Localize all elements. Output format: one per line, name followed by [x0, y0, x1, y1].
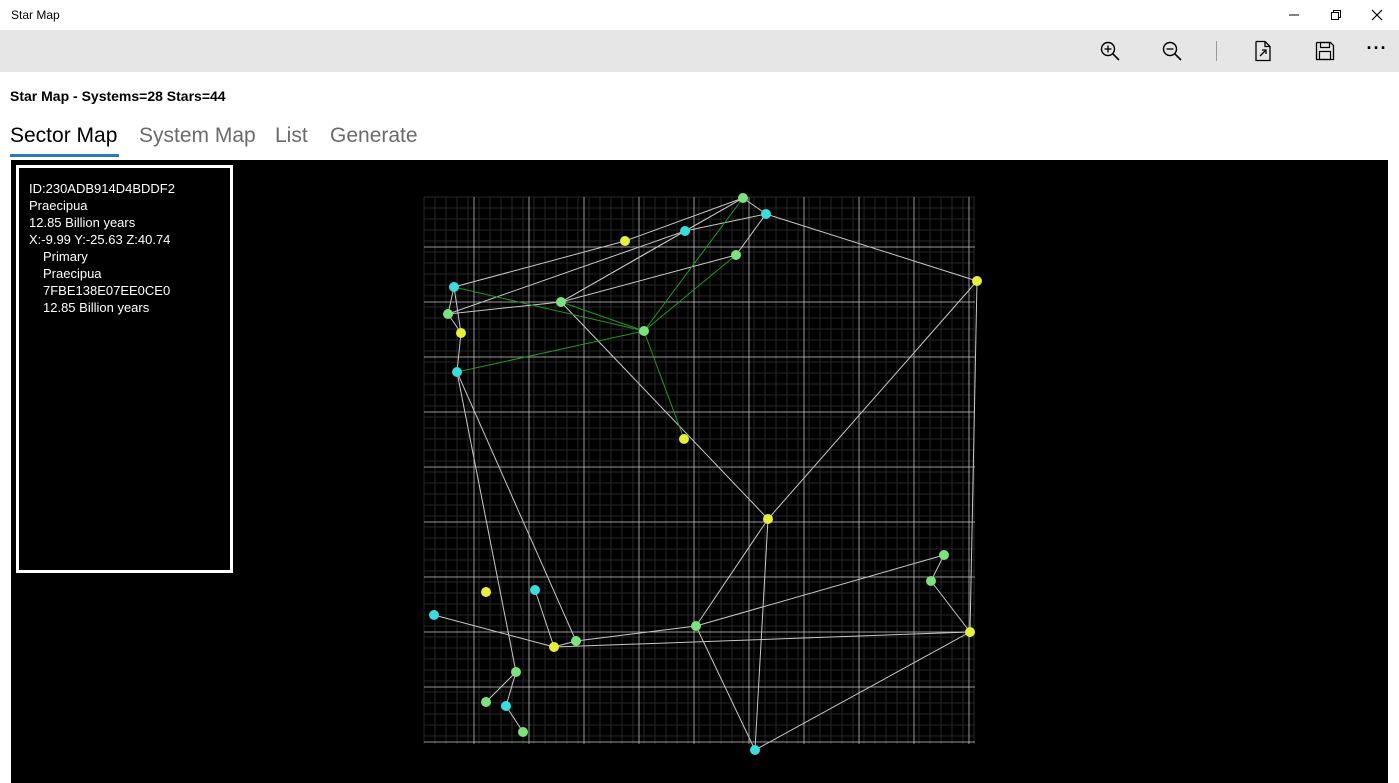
tab-system-map[interactable]: System Map — [139, 124, 256, 148]
restore-button[interactable] — [1313, 0, 1359, 30]
star-system-node[interactable] — [939, 550, 949, 560]
star-age: 12.85 Billion years — [43, 300, 150, 315]
star-system-node[interactable] — [680, 226, 690, 236]
close-icon — [1371, 9, 1383, 21]
star-system-node[interactable] — [511, 667, 521, 677]
more-icon: ··· — [1366, 38, 1388, 58]
star-system-node[interactable] — [456, 328, 466, 338]
save-icon — [1315, 41, 1335, 61]
active-tab-indicator — [10, 154, 119, 157]
save-button[interactable] — [1300, 30, 1350, 72]
minimize-icon — [1289, 14, 1299, 16]
close-button[interactable] — [1354, 0, 1399, 30]
zoom-in-button[interactable] — [1085, 30, 1135, 72]
star-system-node[interactable] — [738, 193, 748, 203]
star-link — [930, 580, 971, 633]
zoom-in-icon — [1100, 41, 1120, 61]
star-system-node[interactable] — [449, 282, 459, 292]
title-bar: Star Map — [0, 0, 1399, 30]
minimize-button[interactable] — [1271, 0, 1317, 30]
star-system-node[interactable] — [731, 250, 741, 260]
star-link — [433, 614, 555, 648]
app-title: Star Map — [11, 8, 60, 22]
toolbar-separator — [1216, 41, 1217, 61]
star-system-node[interactable] — [556, 297, 566, 307]
sector-map-canvas[interactable]: ID:230ADB914D4BDDF2 Praecipua 12.85 Bill… — [11, 160, 1388, 783]
star-system-node[interactable] — [691, 621, 701, 631]
map-grid — [423, 196, 975, 744]
star-name: Praecipua — [43, 266, 102, 281]
star-system-node[interactable] — [549, 642, 559, 652]
export-file-icon — [1255, 40, 1271, 62]
tab-generate[interactable]: Generate — [330, 124, 418, 148]
zoom-out-icon — [1162, 41, 1182, 61]
star-system-node[interactable] — [763, 514, 773, 524]
star-link — [695, 625, 756, 751]
star-system-node[interactable] — [518, 727, 528, 737]
star-system-node[interactable] — [481, 697, 491, 707]
star-system-node[interactable] — [639, 326, 649, 336]
export-button[interactable] — [1238, 30, 1288, 72]
star-role: Primary — [43, 249, 88, 264]
star-system-node[interactable] — [501, 701, 511, 711]
star-system-node[interactable] — [571, 636, 581, 646]
star-id: 7FBE138E07EE0CE0 — [43, 283, 171, 298]
restore-icon — [1331, 10, 1341, 20]
star-link — [560, 301, 769, 520]
star-link — [575, 625, 697, 642]
star-system-node[interactable] — [972, 276, 982, 286]
tab-sector-map[interactable]: Sector Map — [10, 124, 117, 148]
system-id: ID:230ADB914D4BDDF2 — [29, 181, 175, 196]
star-system-node[interactable] — [965, 627, 975, 637]
jump-route-link — [560, 301, 645, 332]
star-system-node[interactable] — [926, 576, 936, 586]
star-link — [754, 518, 769, 751]
star-system-node[interactable] — [750, 745, 760, 755]
zoom-out-button[interactable] — [1147, 30, 1197, 72]
star-system-node[interactable] — [679, 434, 689, 444]
star-link — [456, 332, 462, 373]
jump-route-link — [643, 330, 685, 440]
jump-route-link — [453, 286, 645, 332]
star-system-node[interactable] — [620, 236, 630, 246]
more-options-button[interactable]: ··· — [1352, 30, 1399, 72]
system-name: Praecipua — [29, 198, 88, 213]
star-system-node[interactable] — [761, 209, 771, 219]
star-system-node[interactable] — [452, 367, 462, 377]
system-age: 12.85 Billion years — [29, 215, 136, 230]
star-system-node[interactable] — [443, 309, 453, 319]
jump-route-link — [643, 254, 737, 332]
star-system-node[interactable] — [429, 610, 439, 620]
tab-list[interactable]: List — [275, 124, 308, 148]
star-link — [735, 213, 767, 256]
star-system-node[interactable] — [530, 585, 540, 595]
page-title: Star Map - Systems=28 Stars=44 — [10, 88, 226, 104]
command-bar: ··· — [0, 30, 1399, 72]
star-system-node[interactable] — [481, 587, 491, 597]
system-coordinates: X:-9.99 Y:-25.63 Z:40.74 — [29, 232, 171, 247]
system-info-panel: ID:230ADB914D4BDDF2 Praecipua 12.85 Bill… — [16, 165, 233, 573]
